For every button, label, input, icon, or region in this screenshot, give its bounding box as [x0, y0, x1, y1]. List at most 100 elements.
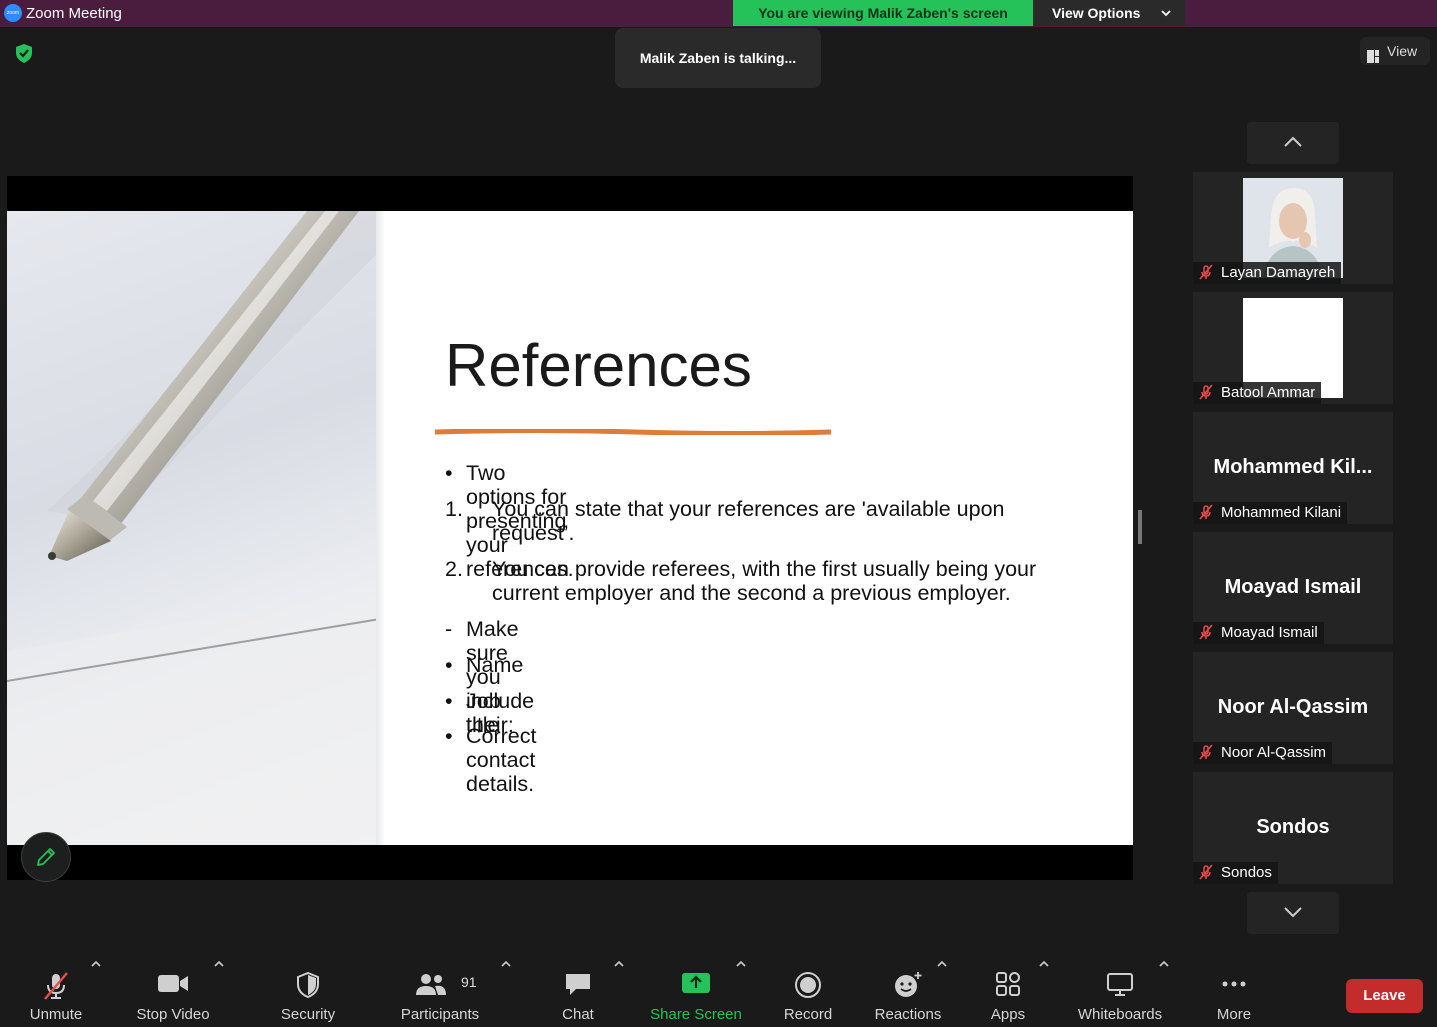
chat-options-caret[interactable] [614, 955, 624, 1027]
participant-tile[interactable]: Layan Damayreh [1193, 172, 1393, 284]
smiley-face-icon [893, 971, 923, 1004]
ellipsis-icon [1220, 971, 1248, 1002]
muted-microphone-icon [1198, 744, 1214, 760]
apps-label: Apps [990, 1006, 1026, 1023]
slide-title: References [445, 332, 752, 399]
participant-nametag: Noor Al-Qassim [1193, 742, 1333, 764]
video-camera-icon [157, 971, 189, 1002]
bullet-text: Name [466, 653, 524, 677]
whiteboard-icon [1106, 971, 1134, 1002]
share-screen-label: Share Screen [650, 1006, 742, 1023]
participant-name: Mohammed Kilani [1221, 504, 1342, 521]
chevron-down-icon [1284, 907, 1302, 918]
participant-nametag: Moayad Ismail [1193, 622, 1324, 644]
presentation-slide: References • Two options for presenting … [7, 211, 1133, 845]
chevron-down-icon [1161, 0, 1171, 35]
shared-screen: References • Two options for presenting … [7, 176, 1133, 880]
participants-label: Participants [400, 1006, 480, 1023]
encryption-shield-icon[interactable] [13, 42, 35, 64]
participant-display-name: Mohammed Kil... [1213, 456, 1373, 478]
participant-tile[interactable]: Noor Al-Qassim Noor Al-Qassim [1193, 652, 1393, 764]
participants-options-caret[interactable] [501, 955, 511, 1027]
annotate-pencil-button[interactable] [21, 832, 71, 882]
chevron-up-icon [1284, 136, 1302, 147]
participant-tile[interactable]: Mohammed Kil... Mohammed Kilani [1193, 412, 1393, 524]
participant-tile[interactable]: Sondos Sondos [1193, 772, 1393, 884]
participant-name: Noor Al-Qassim [1221, 744, 1327, 761]
title-bar: zoom Zoom Meeting You are viewing Malik … [0, 0, 1437, 27]
reactions-options-caret[interactable] [937, 955, 947, 1027]
share-screen-button[interactable]: Share Screen [646, 955, 746, 1027]
view-options-button[interactable]: View Options [1033, 0, 1185, 26]
chat-label: Chat [562, 1006, 594, 1023]
muted-microphone-icon [1198, 624, 1214, 640]
muted-microphone-icon [1198, 264, 1214, 280]
more-label: More [1216, 1006, 1252, 1023]
whiteboards-button[interactable]: Whiteboards [1070, 955, 1170, 1027]
muted-microphone-icon [1198, 864, 1214, 880]
grid-view-icon [1367, 44, 1379, 63]
participant-name: Layan Damayreh [1221, 264, 1336, 281]
unmute-button[interactable]: Unmute [16, 955, 96, 1027]
apps-button[interactable]: Apps [983, 955, 1033, 1027]
leave-meeting-button[interactable]: Leave [1346, 979, 1423, 1013]
record-button[interactable]: Record [772, 955, 844, 1027]
participant-name: Batool Ammar [1221, 384, 1316, 401]
stop-video-label: Stop Video [136, 1006, 210, 1023]
muted-microphone-icon [41, 971, 71, 1006]
view-layout-button[interactable]: View [1360, 37, 1430, 65]
bullet-marker: 1. [445, 497, 463, 521]
bullet-text: Correct contact details. [466, 724, 537, 796]
chat-button[interactable]: Chat [548, 955, 608, 1027]
participant-display-name: Sondos [1256, 816, 1330, 838]
share-screen-arrow-icon [681, 971, 711, 1000]
participants-button[interactable]: 91 Participants [395, 955, 485, 1027]
muted-microphone-icon [1198, 504, 1214, 520]
bullet-text: You can state that your references are '… [492, 497, 1005, 545]
pencil-icon [37, 848, 55, 866]
participant-nametag: Mohammed Kilani [1193, 502, 1348, 524]
security-button[interactable]: Security [268, 955, 348, 1027]
whiteboards-label: Whiteboards [1077, 1006, 1163, 1023]
audio-options-caret[interactable] [91, 955, 101, 1027]
apps-grid-icon [995, 971, 1021, 1002]
more-button[interactable]: More [1204, 955, 1264, 1027]
participants-icon [414, 971, 448, 1002]
bullet-marker: 2. [445, 557, 463, 581]
photo-torn-edge [376, 211, 384, 845]
view-button-label: View [1387, 43, 1418, 59]
shield-icon [295, 971, 321, 1004]
active-speaker-indicator: Malik Zaben is talking... [615, 28, 821, 88]
reactions-button[interactable]: Reactions [868, 955, 948, 1027]
participants-count: 91 [461, 974, 477, 990]
meeting-toolbar: Unmute Stop Video Security 91 Participan… [0, 955, 1437, 1027]
participant-name: Sondos [1221, 864, 1272, 881]
apps-options-caret[interactable] [1039, 955, 1049, 1027]
window-title: Zoom Meeting [26, 5, 122, 22]
stop-video-button[interactable]: Stop Video [128, 955, 218, 1027]
bullet-marker: • [445, 724, 453, 748]
share-options-caret[interactable] [736, 955, 746, 1027]
bullet-marker: • [445, 689, 453, 713]
bullet-text: You can provide referees, with the first… [492, 557, 1037, 605]
muted-microphone-icon [1198, 384, 1214, 400]
reactions-label: Reactions [874, 1006, 942, 1023]
video-options-caret[interactable] [214, 955, 224, 1027]
unmute-label: Unmute [29, 1006, 83, 1023]
view-options-label: View Options [1052, 5, 1141, 21]
participant-display-name: Moayad Ismail [1224, 576, 1362, 598]
gallery-scroll-up-button[interactable] [1247, 122, 1339, 164]
resize-handle[interactable] [1138, 510, 1142, 544]
participant-tile[interactable]: Moayad Ismail Moayad Ismail [1193, 532, 1393, 644]
participant-nametag: Batool Ammar [1193, 382, 1322, 404]
chat-bubble-icon [564, 971, 592, 1002]
record-label: Record [783, 1006, 833, 1023]
participant-name: Moayad Ismail [1221, 624, 1318, 641]
participant-nametag: Layan Damayreh [1193, 262, 1342, 284]
whiteboards-options-caret[interactable] [1159, 955, 1169, 1027]
bullet-marker: • [445, 653, 453, 677]
participant-nametag: Sondos [1193, 862, 1278, 884]
zoom-logo-icon: zoom [4, 4, 22, 22]
gallery-scroll-down-button[interactable] [1247, 892, 1339, 934]
participant-tile[interactable]: Batool Ammar [1193, 292, 1393, 404]
